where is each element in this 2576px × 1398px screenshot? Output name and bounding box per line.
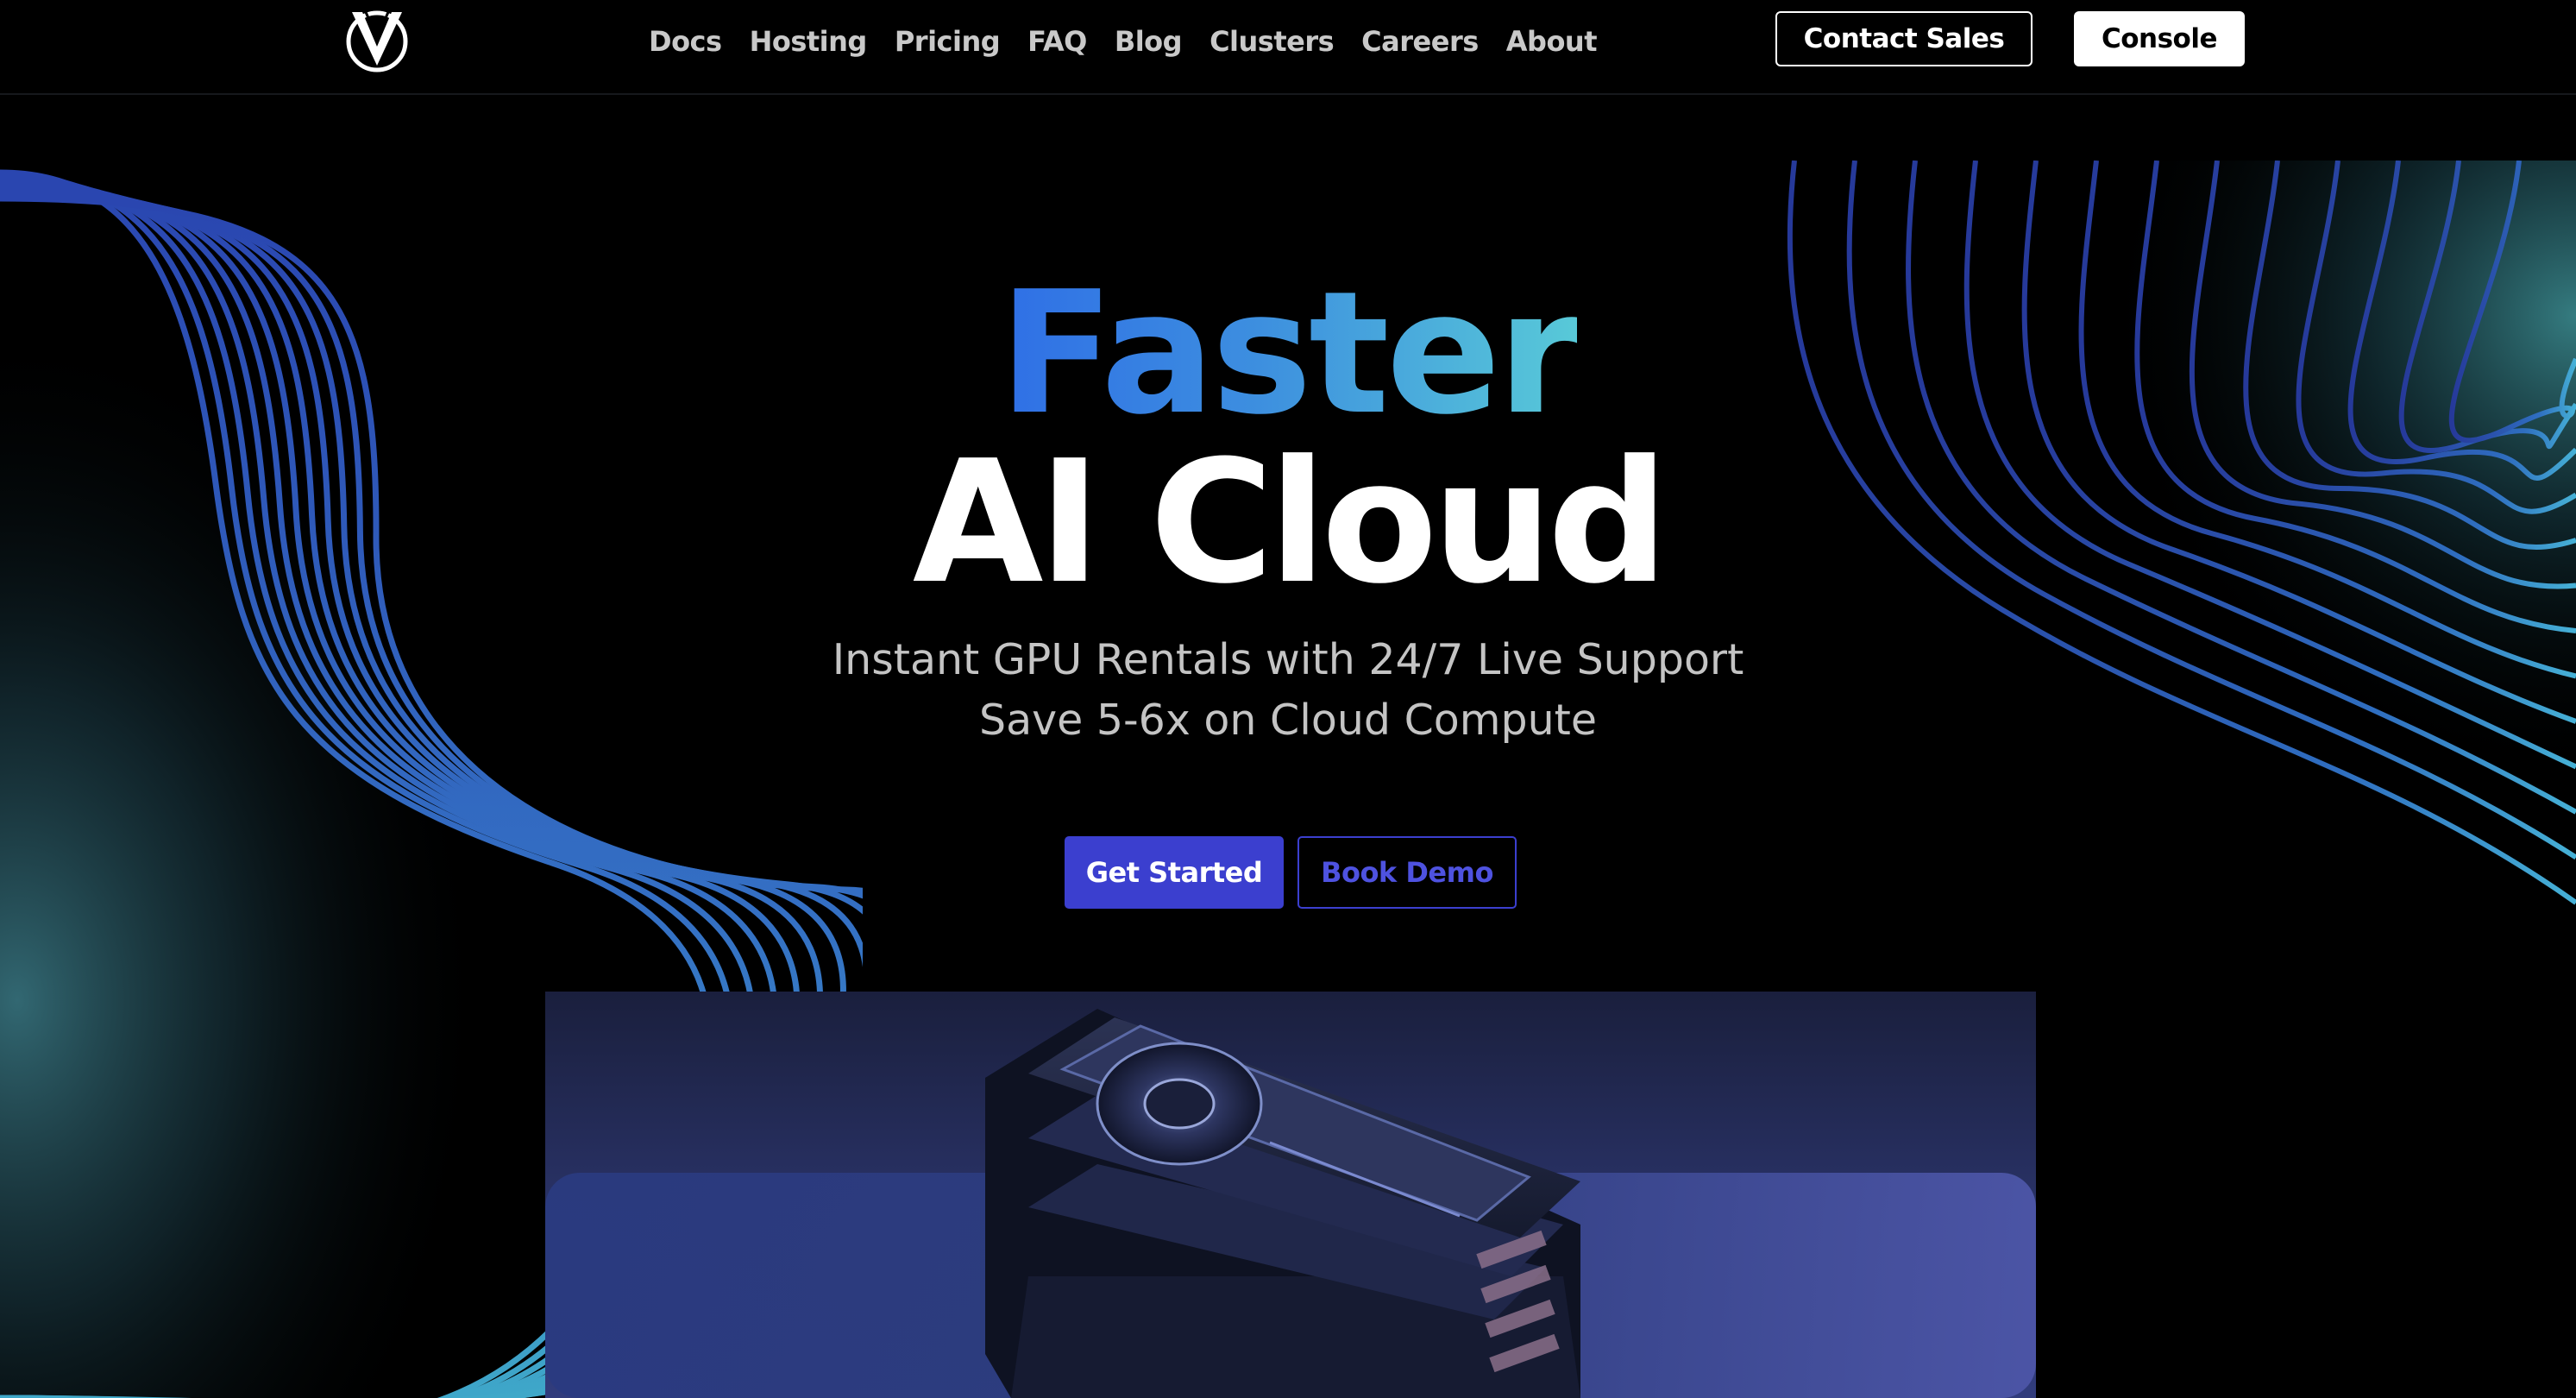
hero-title-gradient-text: Faster — [998, 255, 1581, 452]
nav-link-clusters[interactable]: Clusters — [1209, 25, 1335, 58]
hero-title-line-2: AI Cloud — [912, 425, 1668, 621]
nav-link-faq[interactable]: FAQ — [1027, 25, 1087, 58]
nav-links: Docs Hosting Pricing FAQ Blog Clusters C… — [649, 19, 1624, 64]
gpu-cards-stack-image — [545, 992, 2036, 1398]
hero-title-line-1: Faster — [0, 259, 2576, 449]
book-demo-button[interactable]: Book Demo — [1297, 836, 1517, 909]
nav-link-blog[interactable]: Blog — [1115, 25, 1183, 58]
nav-link-about[interactable]: About — [1506, 25, 1598, 58]
nav-link-hosting[interactable]: Hosting — [750, 25, 868, 58]
nav-link-docs[interactable]: Docs — [649, 25, 722, 58]
hero-subtitle: Instant GPU Rentals with 24/7 Live Suppo… — [0, 630, 2576, 751]
hero-subtitle-line-2: Save 5-6x on Cloud Compute — [978, 696, 1598, 745]
top-nav: Docs Hosting Pricing FAQ Blog Clusters C… — [0, 0, 2576, 95]
nav-link-careers[interactable]: Careers — [1361, 25, 1479, 58]
get-started-button[interactable]: Get Started — [1065, 836, 1284, 909]
console-button[interactable]: Console — [2074, 11, 2245, 66]
hero-subtitle-line-1: Instant GPU Rentals with 24/7 Live Suppo… — [832, 635, 1744, 684]
gpu-stack — [985, 1009, 1580, 1398]
contact-sales-button[interactable]: Contact Sales — [1775, 11, 2033, 66]
nav-link-pricing[interactable]: Pricing — [895, 25, 1001, 58]
v-logo-icon[interactable] — [343, 3, 411, 76]
landing-page: Docs Hosting Pricing FAQ Blog Clusters C… — [0, 0, 2576, 1398]
gpu-illustration — [545, 1009, 2036, 1398]
